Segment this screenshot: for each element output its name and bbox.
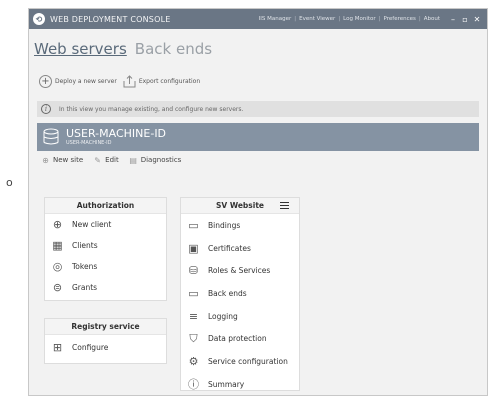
link-about[interactable]: About	[421, 16, 443, 22]
website-item-roles[interactable]: ⛁ Roles & Services	[181, 259, 299, 282]
machine-subtitle: USER-MACHINE-ID	[66, 140, 112, 146]
link-iis-manager[interactable]: IIS Manager	[256, 16, 295, 22]
plus-circle-icon: ⊕	[42, 155, 49, 165]
website-item-label: Data protection	[208, 334, 267, 344]
diagnostics-button[interactable]: ▤ Diagnostics	[129, 155, 182, 165]
auth-item-tokens[interactable]: ◎ Tokens	[45, 256, 166, 277]
auth-item-clients[interactable]: ▦ Clients	[45, 235, 166, 256]
website-item-label: Service configuration	[208, 356, 288, 366]
shield-icon: ⛉	[189, 331, 198, 345]
close-button[interactable]: ✕	[471, 15, 483, 24]
website-item-label: Roles & Services	[208, 266, 271, 276]
certificate-icon: ▣	[188, 241, 199, 255]
website-item-bindings[interactable]: ▭ Bindings	[181, 214, 299, 237]
edit-label: Edit	[105, 156, 119, 164]
edit-button[interactable]: ✎ Edit	[93, 155, 119, 165]
minimize-button[interactable]: –	[447, 15, 459, 24]
tab-web-servers[interactable]: Web servers	[34, 40, 127, 61]
grant-icon: ⊜	[52, 281, 63, 294]
registry-panel: Registry service ⊞ Configure	[44, 318, 167, 364]
link-log-monitor[interactable]: Log Monitor	[340, 16, 378, 22]
roles-icon: ⛁	[188, 264, 199, 278]
monitor-icon: ▭	[188, 286, 199, 300]
website-item-summary[interactable]: ⓘ Summary	[181, 373, 299, 396]
website-panel: SV Website ▭ Bindings ▣ Certificates ⛁ R…	[180, 197, 300, 391]
app-title: WEB DEPLOYMENT CONSOLE	[50, 14, 171, 24]
website-item-label: Back ends	[208, 288, 247, 298]
auth-item-label: Grants	[72, 283, 98, 292]
deploy-plus-icon[interactable]: +	[39, 74, 52, 88]
add-circle-icon: ⊕	[52, 218, 63, 231]
diagnostics-icon: ▤	[129, 155, 137, 165]
app-window: ⟲ WEB DEPLOYMENT CONSOLE IIS Manager | Ev…	[28, 8, 488, 396]
auth-item-label: Tokens	[72, 262, 98, 271]
link-event-viewer[interactable]: Event Viewer	[296, 16, 338, 22]
configure-icon: ⊞	[52, 340, 63, 354]
stage: o ⟲ WEB DEPLOYMENT CONSOLE IIS Manager | …	[0, 0, 496, 396]
token-icon: ◎	[52, 260, 63, 273]
logging-icon: ≡	[188, 309, 199, 323]
export-icon[interactable]	[123, 74, 136, 88]
export-button[interactable]: Export configuration	[139, 78, 200, 85]
diagnostics-label: Diagnostics	[140, 156, 182, 164]
grid-icon: ▦	[52, 239, 63, 252]
database-icon	[43, 128, 59, 145]
top-links: IIS Manager | Event Viewer | Log Monitor | …	[256, 16, 443, 22]
bindings-icon: ▭	[188, 218, 199, 232]
new-site-label: New site	[53, 156, 84, 164]
registry-item-label: Configure	[72, 342, 109, 352]
auth-item-new-client[interactable]: ⊕ New client	[45, 214, 166, 235]
website-item-data-protection[interactable]: ⛉ Data protection	[181, 327, 299, 350]
new-site-button[interactable]: ⊕ New site	[41, 156, 83, 165]
radio-dot[interactable]: o	[6, 176, 13, 189]
website-item-logging[interactable]: ≡ Logging	[181, 305, 299, 328]
authorization-panel: Authorization ⊕ New client ▦ Clients ◎ T…	[44, 197, 167, 301]
maximize-button[interactable]: ▫	[459, 15, 471, 24]
website-item-back-ends[interactable]: ▭ Back ends	[181, 282, 299, 305]
info-icon: i	[41, 104, 51, 114]
website-item-label: Bindings	[208, 220, 241, 230]
website-item-label: Certificates	[208, 243, 251, 253]
title-bar: ⟲ WEB DEPLOYMENT CONSOLE IIS Manager | Ev…	[29, 9, 487, 29]
auth-item-label: New client	[72, 220, 112, 229]
info-bar: i In this view you manage existing, and …	[37, 101, 479, 117]
tab-back-ends[interactable]: Back ends	[135, 40, 212, 61]
registry-title: Registry service	[45, 319, 166, 335]
action-bar: ⊕ New site ✎ Edit ▤ Diagnostics	[29, 151, 487, 169]
info-text: In this view you manage existing, and co…	[59, 105, 244, 113]
website-item-label: Summary	[208, 379, 245, 389]
tab-bar: Web servers Back ends	[29, 29, 487, 61]
app-logo-icon: ⟲	[33, 13, 45, 25]
gear-icon: ⚙	[188, 354, 199, 368]
toolbar: + Deploy a new server Export configurati…	[29, 61, 487, 101]
window-controls: – ▫ ✕	[447, 15, 483, 24]
website-item-certificates[interactable]: ▣ Certificates	[181, 237, 299, 260]
link-preferences[interactable]: Preferences	[381, 16, 419, 22]
info-icon: ⓘ	[188, 378, 199, 392]
registry-item-configure[interactable]: ⊞ Configure	[45, 335, 166, 359]
auth-item-label: Clients	[72, 241, 98, 250]
auth-item-grants[interactable]: ⊜ Grants	[45, 277, 166, 298]
machine-header[interactable]: USER-MACHINE-ID USER-MACHINE-ID	[37, 123, 479, 151]
edit-icon: ✎	[94, 155, 101, 165]
machine-title: USER-MACHINE-ID	[66, 127, 167, 140]
deploy-button[interactable]: Deploy a new server	[55, 78, 117, 85]
authorization-title: Authorization	[45, 198, 166, 214]
hamburger-menu-icon[interactable]	[280, 202, 289, 209]
website-item-label: Logging	[208, 311, 238, 321]
website-item-service-configuration[interactable]: ⚙ Service configuration	[181, 350, 299, 373]
